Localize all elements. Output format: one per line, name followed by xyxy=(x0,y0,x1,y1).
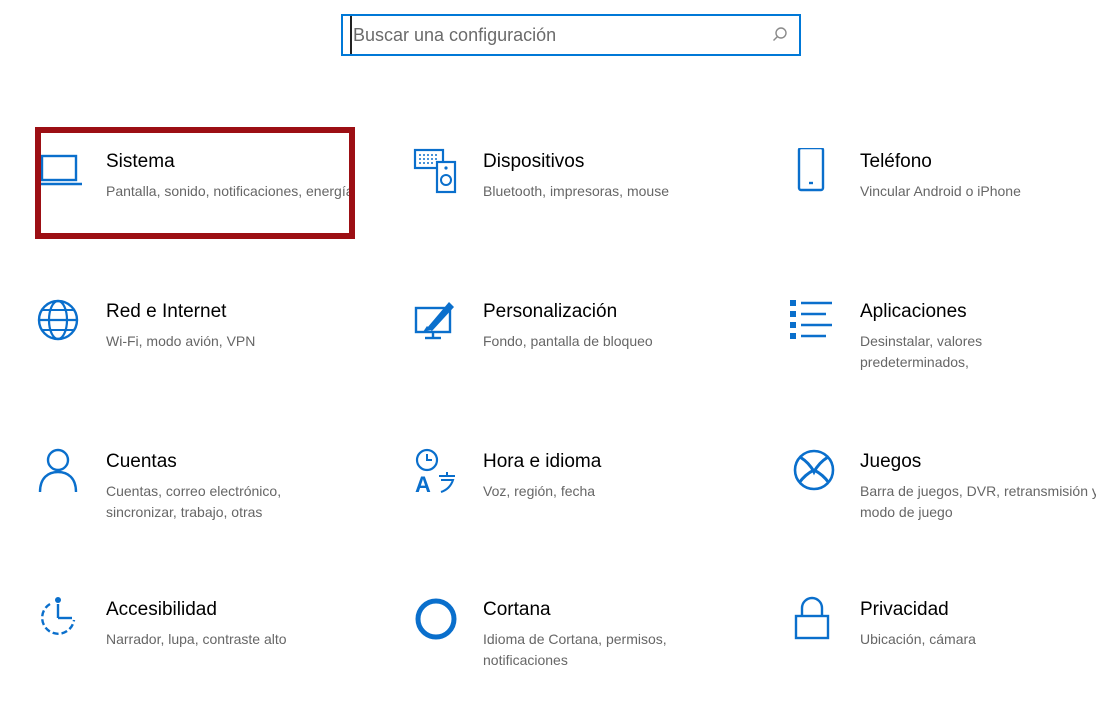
tile-description: Voz, región, fecha xyxy=(483,483,596,499)
tile-aplicaciones[interactable]: Aplicaciones Desinstalar, valores predet… xyxy=(790,298,1096,408)
time-language-icon: A xyxy=(413,448,461,496)
search-icon[interactable] xyxy=(771,26,789,44)
cortana-icon xyxy=(413,596,461,644)
tile-description: Bluetooth, impresoras, mouse xyxy=(483,183,669,199)
svg-text:A: A xyxy=(415,472,431,496)
tile-telefono[interactable]: Teléfono Vincular Android o iPhone xyxy=(790,148,1096,258)
tile-description: Fondo, pantalla de bloqueo xyxy=(483,333,653,349)
tile-title: Cortana xyxy=(483,599,551,620)
tile-description: Idioma de Cortana, permisos, notificacio… xyxy=(483,631,667,668)
tile-title: Red e Internet xyxy=(106,301,227,322)
tile-description: Desinstalar, valores predeterminados, xyxy=(860,333,983,370)
xbox-icon xyxy=(790,448,838,496)
tile-dispositivos[interactable]: Dispositivos Bluetooth, impresoras, mous… xyxy=(413,148,733,258)
tile-description: Narrador, lupa, contraste alto xyxy=(106,631,287,647)
tile-title: Aplicaciones xyxy=(860,301,967,322)
tile-privacidad[interactable]: Privacidad Ubicación, cámara xyxy=(790,596,1096,706)
tile-description: Ubicación, cámara xyxy=(860,631,976,647)
tile-cortana[interactable]: Cortana Idioma de Cortana, permisos, not… xyxy=(413,596,733,706)
devices-icon xyxy=(413,148,461,196)
tile-red-internet[interactable]: Red e Internet Wi-Fi, modo avión, VPN xyxy=(36,298,356,408)
tile-cuentas[interactable]: Cuentas Cuentas, correo electrónico, sin… xyxy=(36,448,356,558)
tile-description: Cuentas, correo electrónico, sincronizar… xyxy=(106,483,282,520)
accessibility-icon xyxy=(36,596,84,644)
tile-title: Dispositivos xyxy=(483,151,585,172)
phone-icon xyxy=(790,148,838,196)
highlight-box xyxy=(35,127,355,239)
tile-hora-idioma[interactable]: A Hora e idioma Voz, región, fecha xyxy=(413,448,733,558)
lock-icon xyxy=(790,596,838,644)
tile-title: Accesibilidad xyxy=(106,599,217,620)
tile-title: Juegos xyxy=(860,451,922,472)
tile-title: Hora e idioma xyxy=(483,451,602,472)
tile-personalizacion[interactable]: Personalización Fondo, pantalla de bloqu… xyxy=(413,298,733,408)
search-box[interactable] xyxy=(341,14,801,56)
tile-description: Barra de juegos, DVR, retransmisión y mo… xyxy=(860,483,1096,520)
tile-title: Cuentas xyxy=(106,451,177,472)
tile-title: Privacidad xyxy=(860,599,949,620)
tile-description: Vincular Android o iPhone xyxy=(860,183,1021,199)
tile-juegos[interactable]: Juegos Barra de juegos, DVR, retransmisi… xyxy=(790,448,1096,558)
tile-description: Wi-Fi, modo avión, VPN xyxy=(106,333,256,349)
search-input[interactable] xyxy=(350,16,773,54)
tile-accesibilidad[interactable]: Accesibilidad Narrador, lupa, contraste … xyxy=(36,596,356,706)
tile-title: Teléfono xyxy=(860,151,932,172)
tile-title: Personalización xyxy=(483,301,618,322)
globe-icon xyxy=(36,298,84,346)
apps-icon xyxy=(790,298,838,346)
person-icon xyxy=(36,448,84,496)
personalization-icon xyxy=(413,298,461,346)
